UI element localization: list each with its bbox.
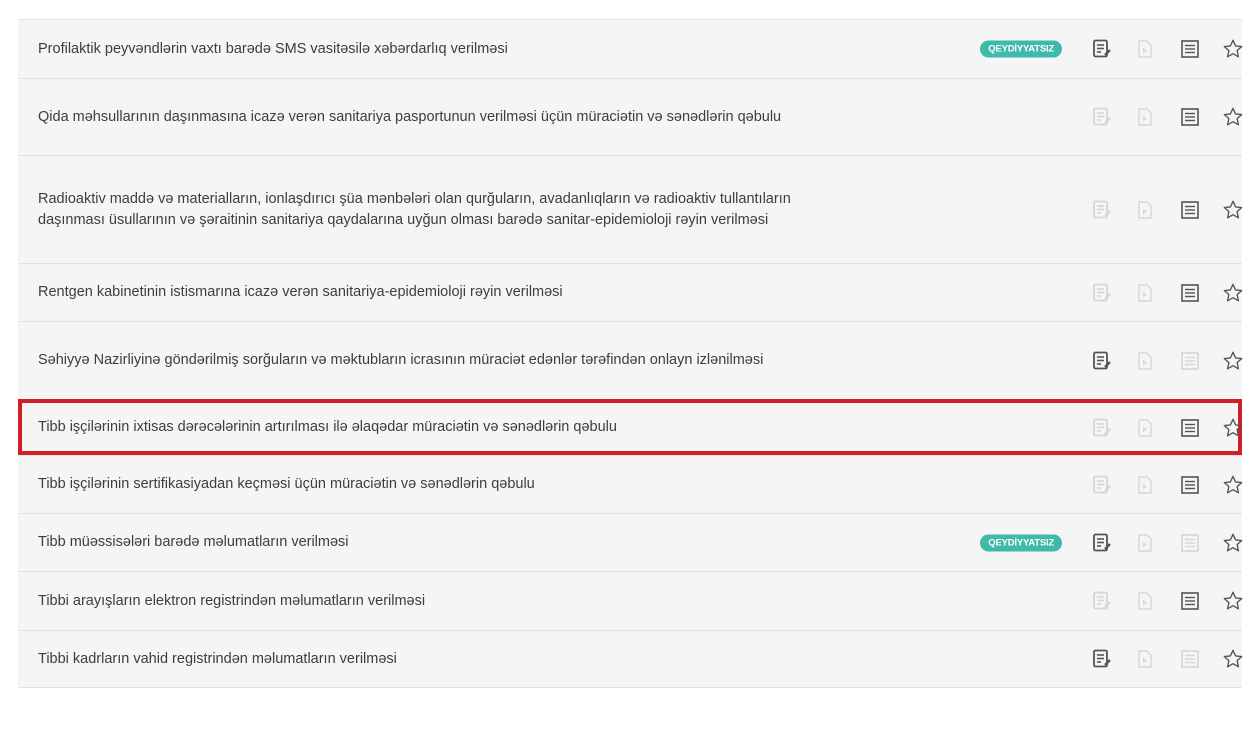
e-service-icon[interactable] [1092,649,1112,669]
info-list-icon[interactable] [1181,108,1199,126]
service-row-highlighted: Tibb işçilərinin ixtisas dərəcələrinin a… [18,399,1244,455]
e-service-icon [1092,475,1112,495]
service-row: Tibb işçilərinin sertifikasiyadan keçməs… [18,455,1244,513]
registration-free-badge: QEYDİYYATSIZ [980,534,1062,551]
document-template-icon [1138,533,1152,552]
service-row: Tibbi arayışların elektron registrindən … [18,571,1244,630]
star-icon[interactable] [1222,106,1244,128]
service-row: Radioaktiv maddə və materialların, ionla… [18,155,1244,263]
service-title[interactable]: Rentgen kabinetinin istismarına icazə ve… [38,282,818,303]
info-list-icon[interactable] [1181,200,1199,219]
info-list-icon[interactable] [1181,592,1199,610]
service-title[interactable]: Tibbi arayışların elektron registrindən … [38,591,818,612]
service-row: Rentgen kabinetinin istismarına icazə ve… [18,263,1244,321]
star-icon[interactable] [1222,417,1244,439]
info-list-icon[interactable] [1181,418,1199,437]
info-list-icon [1181,351,1199,370]
service-row: Tibb müəssisələri barədə məlumatların ve… [18,513,1244,571]
star-icon[interactable] [1222,350,1244,372]
document-template-icon [1138,475,1152,494]
service-title[interactable]: Tibb işçilərinin ixtisas dərəcələrinin a… [38,417,818,438]
e-service-icon [1092,283,1112,303]
info-list-icon [1181,650,1199,668]
star-icon[interactable] [1222,474,1244,496]
e-service-icon [1092,591,1112,611]
e-service-icon [1092,107,1112,127]
e-service-icon[interactable] [1092,351,1112,371]
document-template-icon [1138,351,1152,370]
star-icon[interactable] [1222,199,1244,221]
document-template-icon [1138,418,1152,437]
service-title[interactable]: Radioaktiv maddə və materialların, ionla… [38,189,818,231]
e-service-icon [1092,418,1112,438]
e-service-icon [1092,200,1112,220]
service-title[interactable]: Səhiyyə Nazirliyinə göndərilmiş sorğular… [38,350,818,371]
info-list-icon[interactable] [1181,40,1199,58]
star-icon[interactable] [1222,590,1244,612]
info-list-icon [1181,533,1199,552]
document-template-icon[interactable] [1138,40,1152,58]
service-row: Tibbi kadrların vahid registrindən məlum… [18,630,1244,688]
service-list: Profilaktik peyvəndlərin vaxtı barədə SM… [18,19,1244,688]
star-icon[interactable] [1222,648,1244,670]
service-row: Qida məhsullarının daşınmasına icazə ver… [18,78,1244,155]
star-icon[interactable] [1222,282,1244,304]
document-template-icon [1138,108,1152,126]
info-list-icon[interactable] [1181,475,1199,494]
star-icon[interactable] [1222,532,1244,554]
document-template-icon [1138,200,1152,219]
info-list-icon[interactable] [1181,283,1199,302]
service-row: Profilaktik peyvəndlərin vaxtı barədə SM… [18,19,1244,78]
service-title[interactable]: Tibb işçilərinin sertifikasiyadan keçməs… [38,474,818,495]
registration-free-badge: QEYDİYYATSIZ [980,40,1062,58]
service-row: Səhiyyə Nazirliyinə göndərilmiş sorğular… [18,321,1244,399]
document-template-icon [1138,592,1152,610]
e-service-icon[interactable] [1092,533,1112,553]
service-title[interactable]: Tibbi kadrların vahid registrindən məlum… [38,649,818,670]
document-template-icon [1138,650,1152,668]
service-title[interactable]: Profilaktik peyvəndlərin vaxtı barədə SM… [38,39,818,60]
service-title[interactable]: Tibb müəssisələri barədə məlumatların ve… [38,532,818,553]
document-template-icon [1138,283,1152,302]
star-icon[interactable] [1222,38,1244,60]
e-service-icon[interactable] [1092,39,1112,59]
service-title[interactable]: Qida məhsullarının daşınmasına icazə ver… [38,107,818,128]
